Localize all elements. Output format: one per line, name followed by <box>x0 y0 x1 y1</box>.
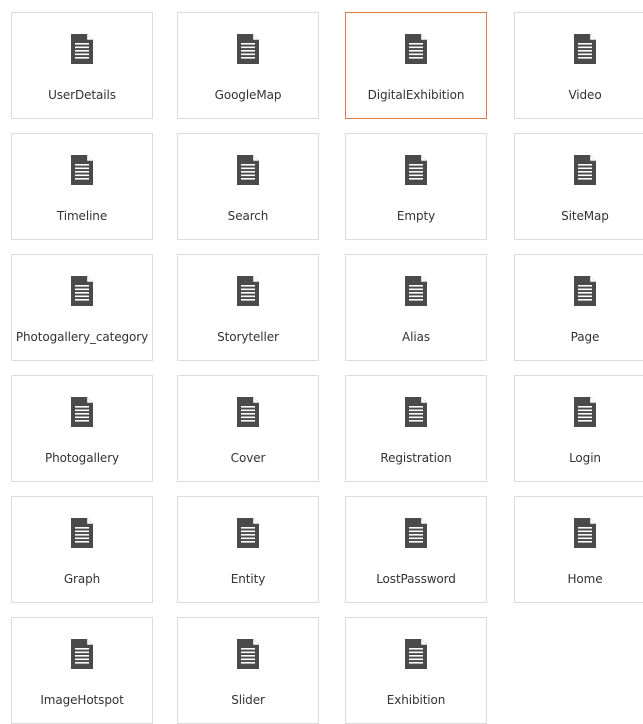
document-icon <box>403 395 429 429</box>
template-label: Login <box>569 451 601 465</box>
document-icon <box>235 32 261 66</box>
template-tile[interactable]: UserDetails <box>11 12 153 119</box>
document-icon <box>572 274 598 308</box>
template-label: Slider <box>231 693 265 707</box>
document-icon <box>235 153 261 187</box>
template-label: Empty <box>396 209 436 223</box>
document-icon <box>572 516 598 550</box>
template-label: Video <box>568 88 602 102</box>
template-label: Search <box>227 209 269 223</box>
template-label: Photogallery_category <box>15 330 149 344</box>
template-label: GoogleMap <box>214 88 282 102</box>
template-label: ImageHotspot <box>40 693 124 707</box>
document-icon <box>235 516 261 550</box>
template-tile[interactable]: DigitalExhibition <box>345 12 487 119</box>
document-icon <box>69 637 95 671</box>
document-icon <box>69 274 95 308</box>
template-label: LostPassword <box>376 572 456 586</box>
template-tile[interactable]: Login <box>514 375 643 482</box>
template-label: Page <box>570 330 600 344</box>
template-tile[interactable]: Alias <box>345 254 487 361</box>
template-label: Home <box>567 572 603 586</box>
template-tile[interactable]: Slider <box>177 617 319 724</box>
document-icon <box>572 153 598 187</box>
template-tile[interactable]: SiteMap <box>514 133 643 240</box>
document-icon <box>69 32 95 66</box>
template-tile[interactable]: Photogallery_category <box>11 254 153 361</box>
template-tile[interactable]: Cover <box>177 375 319 482</box>
document-icon <box>403 153 429 187</box>
document-icon <box>235 637 261 671</box>
template-tile[interactable]: Home <box>514 496 643 603</box>
template-tile[interactable]: ImageHotspot <box>11 617 153 724</box>
template-label: Cover <box>230 451 266 465</box>
template-tile[interactable]: LostPassword <box>345 496 487 603</box>
document-icon <box>69 153 95 187</box>
template-tile[interactable]: Graph <box>11 496 153 603</box>
template-label: Entity <box>230 572 266 586</box>
template-label: Graph <box>63 572 101 586</box>
template-tile[interactable]: Timeline <box>11 133 153 240</box>
template-label: Timeline <box>56 209 108 223</box>
document-icon <box>403 637 429 671</box>
template-tile[interactable]: GoogleMap <box>177 12 319 119</box>
template-tile[interactable]: Registration <box>345 375 487 482</box>
template-label: Alias <box>402 330 430 344</box>
template-tile[interactable]: Photogallery <box>11 375 153 482</box>
template-label: DigitalExhibition <box>367 88 465 102</box>
template-label: Exhibition <box>386 693 446 707</box>
template-tile[interactable]: Storyteller <box>177 254 319 361</box>
template-tile[interactable]: Video <box>514 12 643 119</box>
template-label: Registration <box>380 451 452 465</box>
template-tile[interactable]: Search <box>177 133 319 240</box>
template-label: Photogallery <box>44 451 120 465</box>
document-icon <box>403 32 429 66</box>
document-icon <box>572 32 598 66</box>
document-icon <box>69 516 95 550</box>
template-tile[interactable]: Page <box>514 254 643 361</box>
document-icon <box>69 395 95 429</box>
template-label: SiteMap <box>561 209 609 223</box>
document-icon <box>235 395 261 429</box>
template-grid: UserDetails GoogleMap DigitalExhibition … <box>0 0 643 724</box>
document-icon <box>235 274 261 308</box>
document-icon <box>572 395 598 429</box>
template-tile[interactable]: Empty <box>345 133 487 240</box>
document-icon <box>403 516 429 550</box>
template-label: Storyteller <box>217 330 279 344</box>
document-icon <box>403 274 429 308</box>
template-label: UserDetails <box>48 88 116 102</box>
template-tile[interactable]: Entity <box>177 496 319 603</box>
template-tile[interactable]: Exhibition <box>345 617 487 724</box>
